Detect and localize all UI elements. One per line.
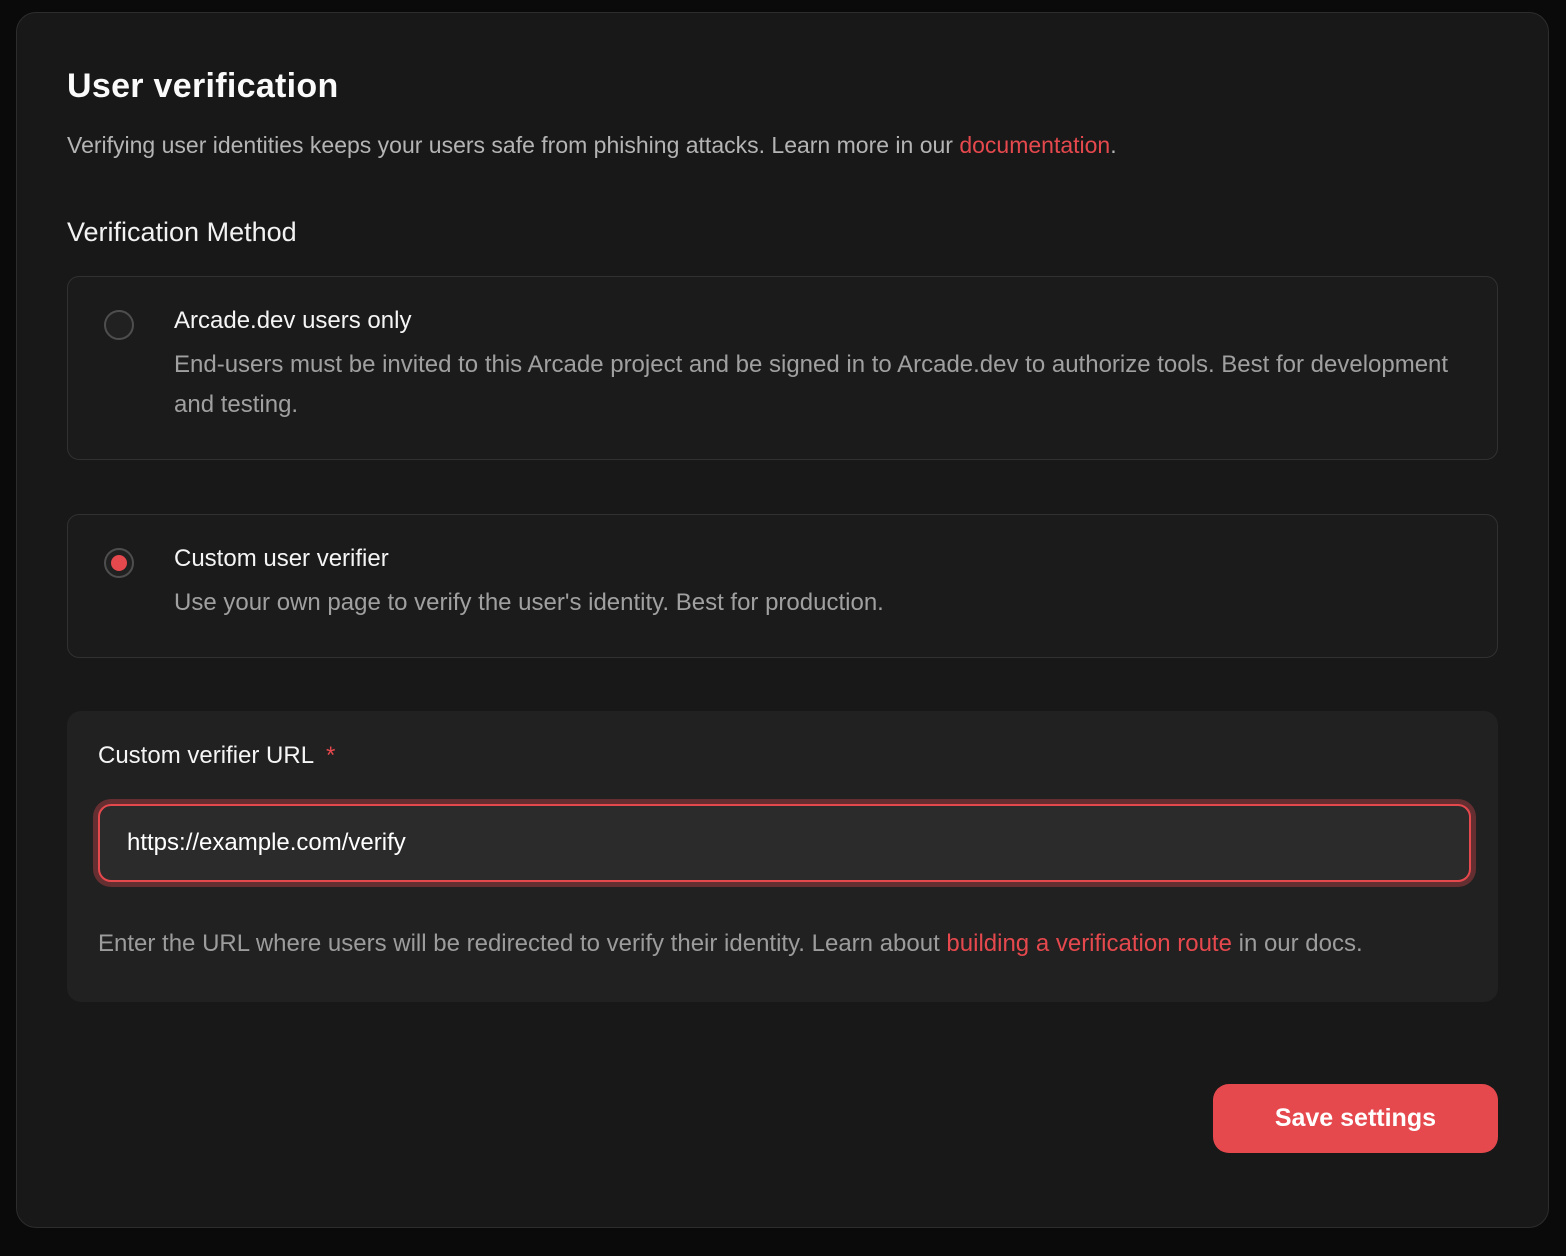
footer-actions: Save settings	[67, 1084, 1498, 1153]
option-label-custom-verifier: Custom user verifier	[174, 545, 884, 573]
option-description-arcade-users-only: End-users must be invited to this Arcade…	[174, 345, 1461, 425]
page-description-period: .	[1110, 132, 1116, 158]
url-help-suffix: in our docs.	[1232, 930, 1363, 957]
save-settings-button[interactable]: Save settings	[1213, 1084, 1498, 1153]
required-asterisk: *	[326, 742, 335, 769]
url-help-text: Enter the URL where users will be redire…	[98, 930, 946, 957]
radio-custom-verifier[interactable]	[104, 548, 134, 578]
page-description-text: Verifying user identities keeps your use…	[67, 132, 959, 158]
user-verification-panel: User verification Verifying user identit…	[16, 12, 1549, 1228]
page-description: Verifying user identities keeps your use…	[67, 132, 1498, 159]
custom-verifier-url-section: Custom verifier URL* Enter the URL where…	[67, 711, 1498, 1002]
custom-verifier-url-help: Enter the URL where users will be redire…	[98, 924, 1458, 964]
option-content-arcade-users-only: Arcade.dev users only End-users must be …	[174, 307, 1461, 425]
option-label-arcade-users-only: Arcade.dev users only	[174, 307, 1461, 335]
building-verification-route-link[interactable]: building a verification route	[946, 930, 1232, 957]
option-description-custom-verifier: Use your own page to verify the user's i…	[174, 583, 884, 623]
radio-arcade-users-only[interactable]	[104, 310, 134, 340]
documentation-link[interactable]: documentation	[959, 132, 1110, 158]
custom-verifier-url-label-row: Custom verifier URL*	[98, 750, 335, 767]
option-content-custom-verifier: Custom user verifier Use your own page t…	[174, 545, 884, 623]
page-title: User verification	[67, 67, 1498, 106]
verification-method-heading: Verification Method	[67, 217, 1498, 248]
option-card-custom-verifier[interactable]: Custom user verifier Use your own page t…	[67, 514, 1498, 658]
custom-verifier-url-input[interactable]	[98, 804, 1471, 882]
option-card-arcade-users-only[interactable]: Arcade.dev users only End-users must be …	[67, 276, 1498, 460]
custom-verifier-url-label: Custom verifier URL	[98, 742, 314, 769]
